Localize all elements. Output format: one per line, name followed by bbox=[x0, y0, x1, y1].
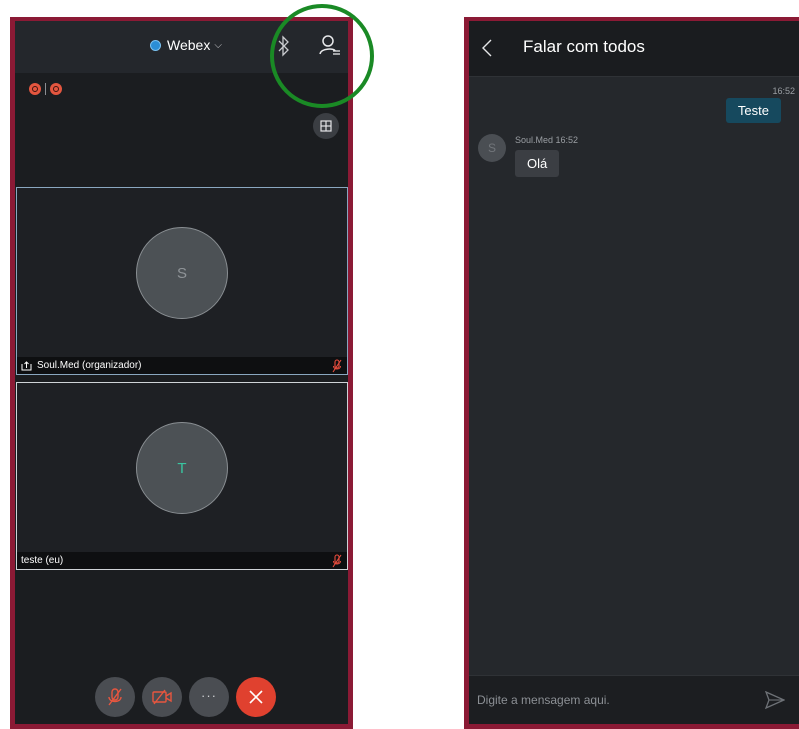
message-composer bbox=[469, 675, 799, 724]
mic-muted-icon bbox=[332, 359, 342, 373]
sent-message-bubble: Teste bbox=[725, 98, 781, 123]
message-time: 16:52 bbox=[772, 86, 795, 96]
chevron-down-icon: ⌵ bbox=[214, 39, 222, 51]
recording-indicator bbox=[29, 83, 62, 95]
end-call-button[interactable] bbox=[236, 677, 276, 717]
mic-muted-icon bbox=[332, 554, 342, 568]
highlight-ring bbox=[270, 4, 374, 108]
participant-name: Soul.Med (organizador) bbox=[37, 360, 142, 371]
mic-muted-icon bbox=[108, 688, 122, 706]
more-icon: ··· bbox=[201, 687, 217, 703]
chat-screen: Falar com todos 16:52 Teste S Soul.Med 1… bbox=[464, 17, 799, 729]
avatar: S bbox=[136, 227, 228, 319]
video-tile-self[interactable]: T teste (eu) bbox=[16, 382, 348, 570]
video-off-icon bbox=[152, 689, 172, 705]
divider bbox=[45, 83, 46, 95]
message-input[interactable] bbox=[475, 688, 749, 712]
share-icon bbox=[21, 360, 32, 370]
video-button[interactable] bbox=[142, 677, 182, 717]
participant-name: teste (eu) bbox=[21, 555, 64, 566]
participant-name-bar: teste (eu) bbox=[17, 552, 347, 569]
send-icon[interactable] bbox=[765, 691, 785, 709]
video-tile-organizer[interactable]: S Soul.Med (organizador) bbox=[16, 187, 348, 375]
received-message-bubble: Olá bbox=[515, 150, 560, 177]
layout-button[interactable] bbox=[313, 113, 339, 139]
more-button[interactable]: ··· bbox=[189, 677, 229, 717]
message-sender-time: Soul.Med 16:52 bbox=[515, 135, 579, 145]
end-call-icon bbox=[249, 690, 263, 704]
back-icon[interactable] bbox=[481, 38, 493, 58]
chat-title: Falar com todos bbox=[523, 37, 645, 56]
avatar: T bbox=[136, 422, 228, 514]
recording-status-icon bbox=[50, 83, 62, 95]
avatar: S bbox=[478, 134, 506, 162]
call-controls: ··· bbox=[95, 677, 276, 717]
app-name: Webex bbox=[167, 37, 211, 53]
layout-grid-icon bbox=[320, 120, 332, 132]
app-switcher[interactable]: Webex ⌵ bbox=[150, 37, 222, 53]
mute-button[interactable] bbox=[95, 677, 135, 717]
chat-header: Falar com todos bbox=[469, 21, 799, 77]
meeting-screen: Webex ⌵ S Soul.Med (organizador) T teste… bbox=[10, 17, 353, 729]
participant-name-bar: Soul.Med (organizador) bbox=[17, 357, 347, 374]
recording-icon bbox=[29, 83, 41, 95]
webex-shield-icon bbox=[150, 39, 161, 51]
